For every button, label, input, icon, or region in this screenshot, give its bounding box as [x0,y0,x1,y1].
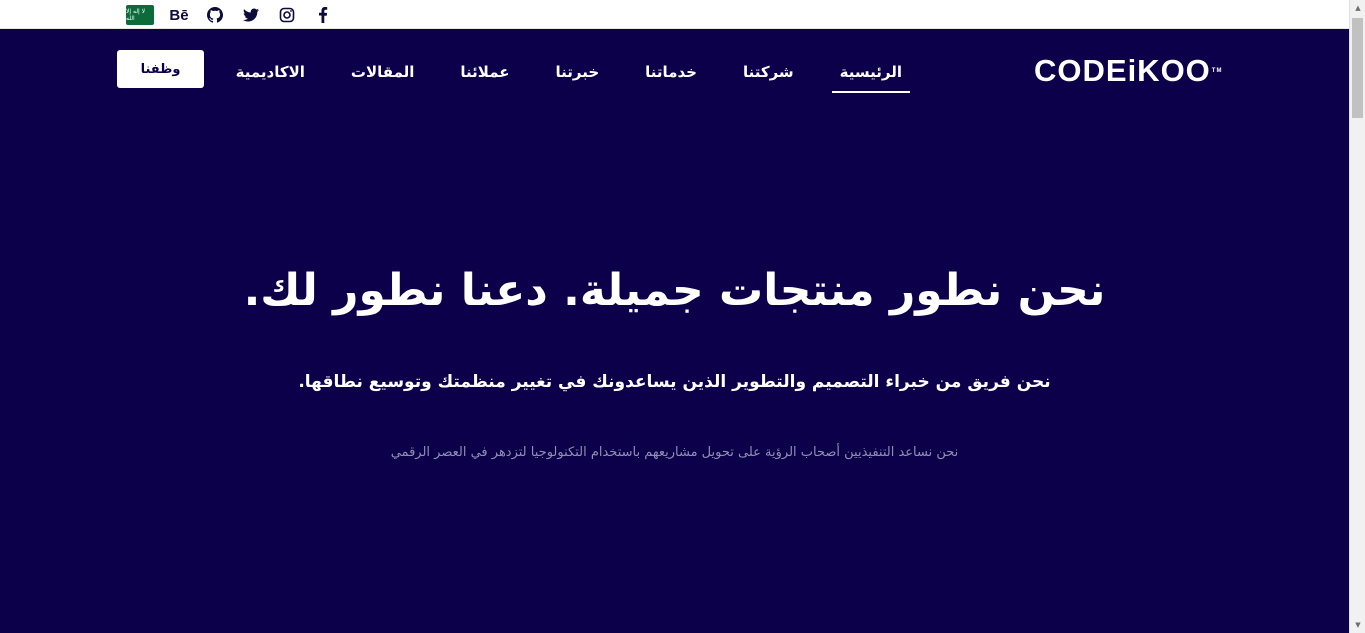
logo-trademark: TM [1211,68,1223,74]
behance-icon[interactable]: Bē [168,4,190,26]
hero-tagline: نحن نساعد التنفيذيين أصحاب الرؤية على تح… [390,445,959,460]
hero-section: وظفنا الرئيسية شركتنا خدماتنا خبرتنا عمل… [0,29,1349,633]
instagram-icon[interactable] [276,4,298,26]
nav-item-articles[interactable]: المقالات [343,53,423,93]
saudi-flag-icon[interactable]: لا إله إلا الله [126,5,154,25]
nav-item-home[interactable]: الرئيسية [831,53,911,93]
top-utility-bar: لا إله إلا الله Bē [0,0,1349,29]
nav-item-clients[interactable]: عملائنا [452,53,517,93]
scrollbar-thumb[interactable] [1352,18,1363,118]
hire-us-button[interactable]: وظفنا [117,50,204,88]
nav-item-experience[interactable]: خبرتنا [548,53,608,93]
nav-item-academy[interactable]: الاكاديمية [228,53,313,93]
github-icon[interactable] [204,4,226,26]
codeikoo-logo[interactable]: CODEiKOO TM [1034,53,1222,89]
scroll-down-arrow-icon[interactable]: ▼ [1350,617,1365,633]
hero-headline: نحن نطور منتجات جميلة. دعنا نطور لك. [243,265,1106,316]
logo-text: CODEiKOO [1034,53,1211,88]
nav-item-company[interactable]: شركتنا [735,53,802,93]
flag-text: لا إله إلا الله [126,8,146,22]
hero-subheadline: نحن فريق من خبراء التصميم والتطوير الذين… [298,372,1051,392]
main-navbar: وظفنا الرئيسية شركتنا خدماتنا خبرتنا عمل… [0,29,1349,109]
twitter-icon[interactable] [240,4,262,26]
social-icons: لا إله إلا الله Bē [126,4,334,26]
page-scrollbar[interactable]: ▲ ▼ [1349,0,1365,633]
behance-label: Bē [169,6,189,24]
scroll-up-arrow-icon[interactable]: ▲ [1350,0,1365,16]
nav-menu: الرئيسية شركتنا خدماتنا خبرتنا عملائنا ا… [236,51,911,95]
facebook-icon[interactable] [312,4,334,26]
nav-item-services[interactable]: خدماتنا [637,53,705,93]
